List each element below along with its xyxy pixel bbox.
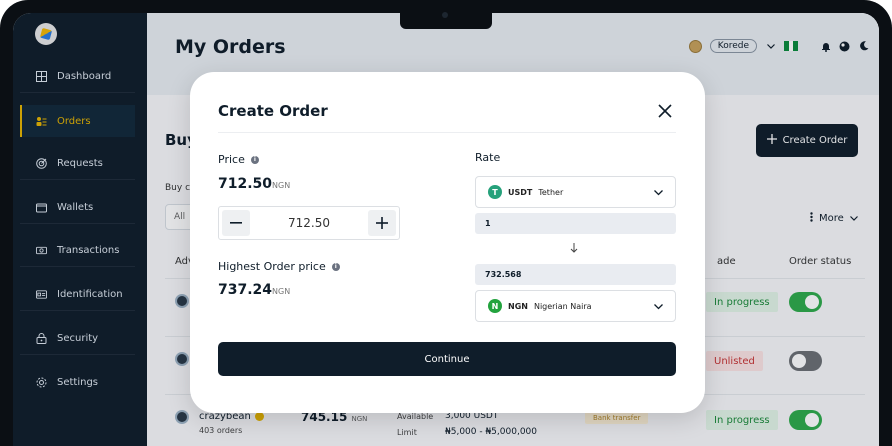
to-amount-field[interactable]: 732.568 [475,264,676,285]
currency-code: NGN [508,301,528,311]
rate-label: Rate [475,151,501,164]
create-order-modal: Create Order Price i 712.50NGN 712.50 Hi… [190,72,705,413]
chevron-down-icon [654,189,663,196]
continue-button[interactable]: Continue [218,342,676,376]
modal-divider [218,132,676,133]
tether-icon: T [488,185,502,199]
to-amount-value: 732.568 [485,270,522,279]
highest-price-unit: NGN [272,287,291,296]
price-value: 712.50 [218,176,273,192]
stepper-value[interactable]: 712.50 [288,216,330,230]
info-icon[interactable]: i [250,155,259,164]
currency-name: Tether [538,187,564,197]
highest-price-value: 737.24 [218,282,273,298]
currency-name: Nigerian Naira [533,301,592,311]
modal-title: Create Order [218,102,328,120]
price-display: 712.50NGN [218,176,290,192]
from-amount-field[interactable]: 1 [475,213,676,234]
continue-label: Continue [424,353,470,365]
from-currency-select[interactable]: T USDT Tether [475,176,676,208]
camera-notch [400,0,492,29]
device-frame: Dashboard Orders Requests Wallets Transa… [0,0,892,446]
price-stepper: 712.50 [218,206,400,240]
price-label-text: Price [218,153,245,166]
camera-icon [442,12,448,18]
highest-label-text: Highest Order price [218,260,326,273]
price-label: Price i [218,153,259,166]
price-unit: NGN [272,181,291,190]
increment-button[interactable] [368,210,396,236]
decrement-button[interactable] [222,210,250,236]
chevron-down-icon [654,303,663,310]
currency-code: USDT [508,187,533,197]
naira-icon: N [488,299,502,313]
info-icon[interactable]: i [331,262,340,271]
close-icon[interactable] [656,102,674,120]
to-currency-select[interactable]: N NGN Nigerian Naira [475,290,676,322]
from-amount-value: 1 [485,219,491,228]
highest-price-label: Highest Order price i [218,260,340,273]
arrow-down-icon [570,243,578,256]
highest-price-display: 737.24NGN [218,282,290,298]
